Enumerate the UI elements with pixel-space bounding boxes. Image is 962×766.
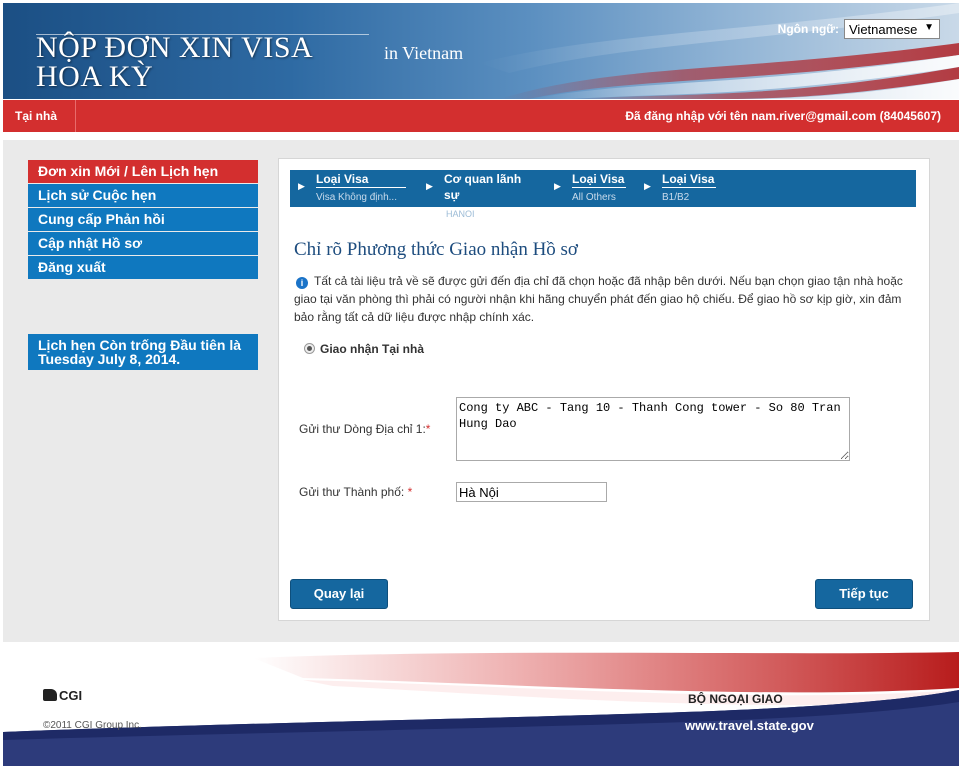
sidebar-menu: Đơn xin Mới / Lên Lịch hẹn Lịch sử Cuộc … [28, 160, 258, 280]
step-arrow-icon: ▶ [644, 181, 651, 191]
title-line-2: HOA KỲ [36, 60, 154, 93]
city-field[interactable] [456, 482, 607, 502]
info-icon: i [296, 277, 308, 289]
step-visa-type[interactable]: ▶ Loại Visa Visa Không định... [298, 170, 418, 207]
cgi-mark-icon [43, 689, 57, 701]
site-footer: CGI ©2011 CGI Group Inc. BỘ NGOẠI GIAO w… [3, 650, 959, 766]
copyright-text: ©2011 CGI Group Inc. [43, 720, 142, 731]
step-sub: B1/B2 [662, 192, 690, 203]
address-line1-label: Gửi thư Dòng Địa chỉ 1:* [299, 422, 430, 436]
city-label: Gửi thư Thành phố: * [299, 485, 412, 499]
page-title: NỘP ĐƠN XIN VISA HOA KỲ [36, 31, 314, 93]
dropdown-arrow-icon: ▼ [924, 22, 934, 33]
address-label-text: Gửi thư Dòng Địa chỉ 1: [299, 422, 426, 436]
flag-stripes-graphic [479, 3, 959, 99]
required-marker: * [407, 485, 413, 499]
back-button[interactable]: Quay lại [290, 579, 388, 609]
step-visa-category[interactable]: ▶ Loại Visa All Others [554, 170, 644, 207]
sidebar-item-update-profile[interactable]: Cập nhật Hồ sơ [28, 232, 258, 255]
step-consulate-sub: HANOI [446, 209, 475, 219]
address-line1-field[interactable]: Cong ty ABC - Tang 10 - Thanh Cong tower… [456, 397, 850, 461]
top-nav-bar: Tại nhà Đã đăng nhập với tên nam.river@g… [3, 100, 959, 132]
info-text: Tất cả tài liệu trả về sẽ được gửi đến đ… [294, 274, 903, 324]
first-available-appointment: Lịch hẹn Còn trống Đầu tiên là Tuesday J… [28, 334, 258, 370]
cgi-logo: CGI [43, 688, 82, 703]
ministry-label: BỘ NGOẠI GIAO [688, 692, 783, 706]
step-visa-class[interactable]: ▶ Loại Visa B1/B2 [644, 170, 734, 207]
language-selected-value: Vietnamese [849, 22, 918, 37]
step-consulate[interactable]: ▶ Cơ quan lãnh sự [426, 170, 546, 207]
language-select[interactable]: Vietnamese ▼ [844, 19, 940, 39]
step-label: Loại Visa [662, 172, 716, 188]
delivery-option-label: Giao nhận Tại nhà [320, 342, 425, 356]
country-label: in Vietnam [384, 43, 464, 63]
sidebar-item-new-application[interactable]: Đơn xin Mới / Lên Lịch hẹn [28, 160, 258, 183]
sidebar-item-logout[interactable]: Đăng xuất [28, 256, 258, 279]
step-label: Cơ quan lãnh sự [444, 172, 522, 202]
site-header: NỘP ĐƠN XIN VISA HOA KỲ in Vietnam Ngôn … [3, 3, 959, 99]
language-label: Ngôn ngữ: [777, 22, 839, 36]
progress-steps: ▶ Loại Visa Visa Không định... ▶ Cơ quan… [290, 170, 916, 207]
step-label: Loại Visa [316, 172, 406, 188]
title-line-1: NỘP ĐƠN XIN VISA [36, 31, 314, 64]
step-arrow-icon: ▶ [426, 181, 433, 191]
continue-button[interactable]: Tiếp tục [815, 579, 913, 609]
info-message: i Tất cả tài liệu trả về sẽ được gửi đến … [294, 272, 914, 326]
cgi-logo-text: CGI [59, 688, 83, 703]
step-arrow-icon: ▶ [298, 181, 305, 191]
sidebar-item-appointment-history[interactable]: Lịch sử Cuộc hẹn [28, 184, 258, 207]
logged-in-status: Đã đăng nhập với tên nam.river@gmail.com… [625, 109, 941, 123]
sidebar-item-feedback[interactable]: Cung cấp Phản hồi [28, 208, 258, 231]
website-link[interactable]: www.travel.state.gov [685, 718, 814, 733]
step-sub: Visa Không định... [316, 192, 397, 203]
section-heading: Chỉ rõ Phương thức Giao nhận Hồ sơ [294, 239, 578, 260]
content-area: Đơn xin Mới / Lên Lịch hẹn Lịch sử Cuộc … [3, 140, 959, 642]
radio-button[interactable] [304, 343, 315, 354]
required-marker: * [425, 422, 431, 436]
home-link[interactable]: Tại nhà [3, 100, 76, 132]
footer-wave-graphic [3, 652, 959, 766]
main-panel: ▶ Loại Visa Visa Không định... ▶ Cơ quan… [278, 158, 930, 621]
step-label: Loại Visa [572, 172, 626, 188]
step-arrow-icon: ▶ [554, 181, 561, 191]
delivery-option-home[interactable]: Giao nhận Tại nhà [304, 342, 424, 356]
step-sub: All Others [572, 192, 616, 203]
city-label-text: Gửi thư Thành phố: [299, 485, 405, 499]
